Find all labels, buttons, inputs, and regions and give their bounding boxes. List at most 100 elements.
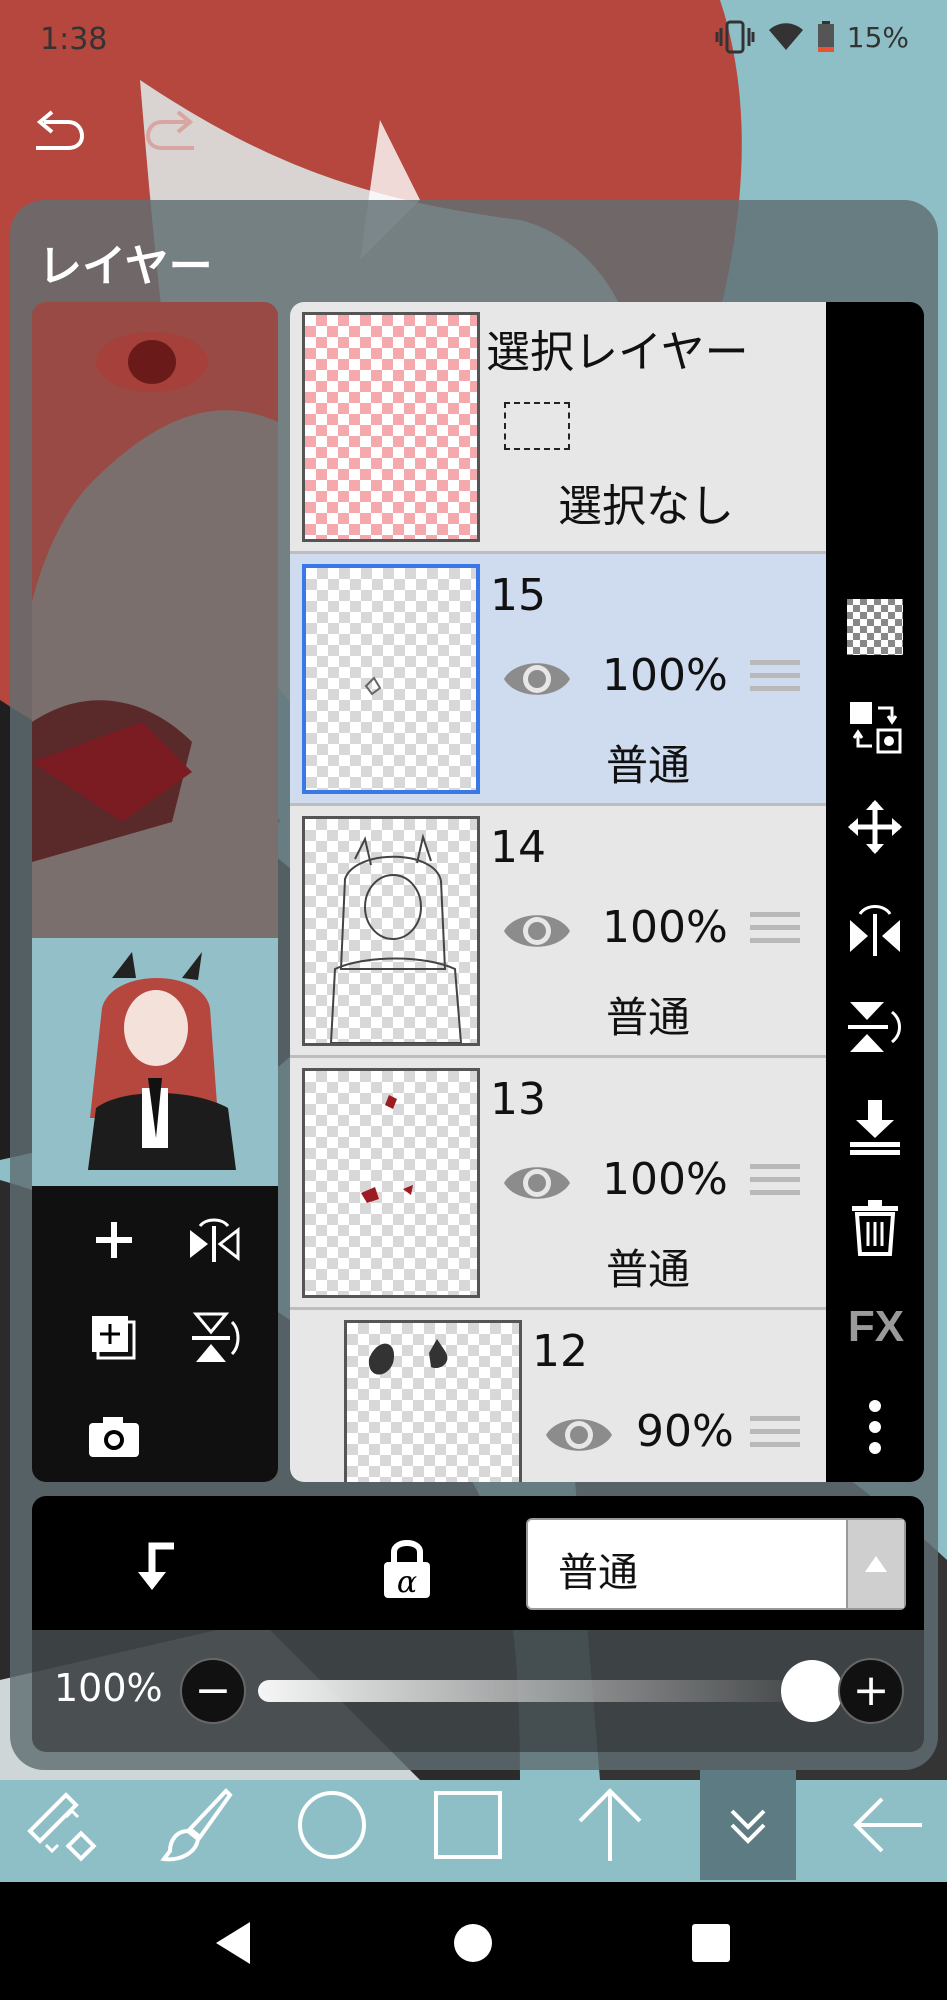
opacity-increase-button[interactable]: + [838,1658,904,1724]
clip-icon [138,1542,174,1590]
layer-tools-column: FX [826,302,924,1482]
layer-panel-toggle-button[interactable] [700,1770,796,1880]
svg-text:α: α [397,1565,417,1600]
opacity-bar: 100% − + [32,1630,924,1752]
layer-down-icon [730,1809,766,1844]
layer-visibility-toggle[interactable] [502,906,572,956]
layer-opacity: 100% [602,1154,728,1205]
clipping-button[interactable] [122,1532,192,1602]
canvas-thumbnail[interactable] [32,938,278,1186]
layers-list: 選択レイヤー 選択なし 15 100% 普通 14 100% 普通 13 100… [290,302,826,1482]
layer-row-13[interactable]: 13 100% 普通 [290,1058,826,1310]
eye-icon [504,1167,570,1199]
layer-thumbnail [302,564,480,794]
selection-layer-title: 選択レイヤー [486,327,749,378]
selection-layer-thumbnail [302,312,480,542]
layer-13-art [361,1095,413,1203]
add-layer-button[interactable] [82,1208,146,1272]
preview-zoom-art [32,302,278,938]
nav-home-button[interactable] [446,1916,500,1970]
back-button[interactable] [840,1770,936,1880]
battery-percent: 15% [846,20,909,54]
eye-icon [546,1419,612,1451]
square-icon [434,1791,502,1859]
layer-visibility-toggle[interactable] [502,1158,572,1208]
vibrate-icon [715,20,755,54]
layer-opacity: 90% [636,1406,734,1457]
flip-horizontal-button[interactable] [182,1208,246,1272]
canvas-preview [32,302,278,1482]
battery-icon [817,21,834,52]
layer-blend-mode: 普通 [606,1245,691,1294]
layer-thumbnail [344,1320,522,1482]
ellipse-tool-button[interactable] [284,1770,380,1880]
move-button[interactable] [840,792,910,862]
alpha-lock-button[interactable]: α [372,1532,442,1602]
selection-layer-row[interactable]: 選択レイヤー 選択なし [290,302,826,554]
preview-tools [32,1186,278,1482]
drag-handle-icon[interactable] [750,1416,800,1456]
flip-vertical-button[interactable] [182,1306,246,1370]
selection-state: 選択なし [558,481,734,532]
blend-mode-value: 普通 [558,1550,638,1596]
layer-number: 14 [490,822,546,873]
rectangle-tool-button[interactable] [420,1770,516,1880]
transparency-button[interactable] [840,592,910,662]
back-nav-icon [216,1922,250,1964]
drag-handle-icon[interactable] [750,912,800,952]
status-bar: 1:38 15% [0,0,947,80]
layer-14-art [329,833,463,1043]
flip-v-rotate-icon [848,1002,901,1052]
brush-button[interactable] [148,1770,244,1880]
camera-icon [89,1417,139,1457]
more-button[interactable] [840,1392,910,1462]
flip-h-rotate-button[interactable] [840,892,910,962]
layer-up-button[interactable] [562,1770,658,1880]
layer-thumbnail [302,816,480,1046]
status-time: 1:38 [40,22,108,57]
layer-opacity: 100% [602,902,728,953]
merge-down-icon [850,1100,900,1155]
layer-row-14[interactable]: 14 100% 普通 [290,806,826,1058]
eye-icon [504,663,570,695]
blend-mode-select[interactable]: 普通 [526,1518,906,1610]
drag-handle-icon[interactable] [750,660,800,700]
layer-panel: レイヤー 選択レイヤー 選択なし 15 100% 普通 14 100% 普通 1… [10,200,938,1770]
flip-v-rotate-button[interactable] [840,992,910,1062]
layer-row-12[interactable]: 12 90% [290,1310,826,1482]
select-transform-button[interactable] [12,1770,108,1880]
duplicate-layer-icon [92,1316,136,1360]
add-layer-icon [96,1222,132,1258]
layer-visibility-toggle[interactable] [502,654,572,704]
redo-button[interactable] [142,104,202,164]
delete-layer-button[interactable] [840,1192,910,1262]
alpha-lock-icon: α [384,1540,430,1600]
merge-down-button[interactable] [840,1092,910,1162]
opacity-slider[interactable] [258,1680,818,1702]
system-nav-bar [0,1882,947,2000]
drag-handle-icon[interactable] [750,1164,800,1204]
layer-row-15[interactable]: 15 100% 普通 [290,554,826,806]
layer-15-art [364,676,382,696]
layer-number: 13 [490,1074,546,1125]
selection-marquee-icon [504,402,570,450]
undo-icon [36,110,85,150]
opacity-decrease-button[interactable]: − [180,1658,246,1724]
flip-h-rotate-icon [850,905,900,956]
nav-back-button[interactable] [206,1916,260,1970]
eye-icon [504,915,570,947]
layer-blend-mode: 普通 [606,741,691,790]
layer-number: 12 [532,1326,588,1377]
camera-button[interactable] [82,1404,146,1468]
undo-button[interactable] [28,104,88,164]
nav-recents-button[interactable] [684,1916,738,1970]
swap-layer-button[interactable] [840,692,910,762]
flip-vertical-icon [192,1312,240,1362]
duplicate-layer-button[interactable] [82,1306,146,1370]
opacity-slider-handle[interactable] [781,1660,843,1722]
opacity-label: 100% [54,1666,163,1710]
fx-button[interactable]: FX [836,1292,916,1362]
delete-icon [852,1200,898,1256]
layer-visibility-toggle[interactable] [544,1410,614,1460]
more-icon [869,1400,881,1454]
